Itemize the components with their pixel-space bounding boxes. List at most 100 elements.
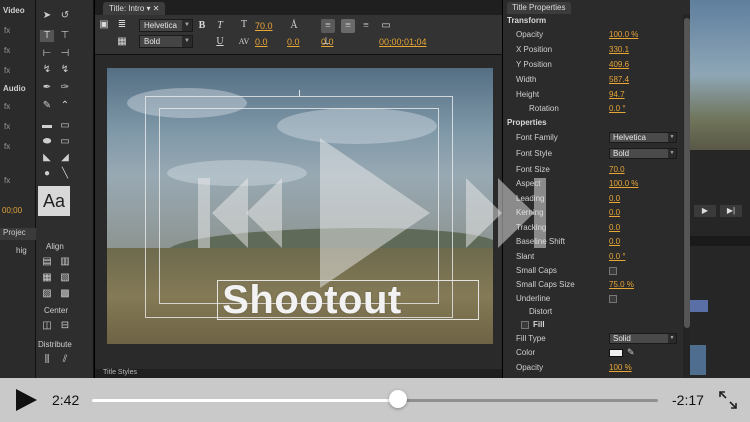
fx-label[interactable]: fx [4,122,10,131]
font-family-select[interactable]: Helvetica ▼ [139,19,193,32]
prop-rotation: Rotation 0.0 ° [529,104,626,113]
fx-label[interactable]: fx [4,46,10,55]
fx-label[interactable]: fx [4,102,10,111]
aspect-value[interactable]: 100.0 % [609,179,638,188]
align-center-icon[interactable]: ▥ [58,256,72,268]
vertical-path-type-icon[interactable]: ↯ [58,64,72,76]
rotation-tool-icon[interactable]: ↺ [58,10,72,22]
font-style-dropdown[interactable]: Bold ▼ [609,148,677,159]
align-center-text-button[interactable]: ≡ [341,19,355,33]
fx-label[interactable]: fx [4,66,10,75]
new-title-icon[interactable]: ▣ [97,18,111,32]
fullscreen-button[interactable] [718,390,738,410]
tab-title-properties[interactable]: Title Properties [507,2,571,14]
tracking-value[interactable]: 0.0 [287,37,300,47]
audio-clip[interactable] [690,345,706,375]
height-value[interactable]: 94.7 [609,90,625,99]
align-middle-icon[interactable]: ▧ [58,272,72,284]
convert-anchor-icon[interactable]: ⌃ [58,100,72,112]
distribute-center-icon[interactable]: ⫽ [58,354,72,366]
small-caps-size-value[interactable]: 75.0 % [609,280,634,289]
x-position-value[interactable]: 330.1 [609,45,629,54]
underline-button[interactable]: U [213,35,227,49]
fill-section[interactable]: Fill [503,318,691,332]
font-size-value[interactable]: 70.0 [255,21,273,31]
color-swatch[interactable] [609,349,623,357]
center-horizontal-icon[interactable]: ◫ [40,320,54,332]
fill-checkbox[interactable] [521,321,529,329]
kerning-value[interactable]: 0.0 [609,208,620,217]
sequence-timecode[interactable]: 00;00 [2,206,22,215]
tab-menu-icon[interactable]: ▾ ✕ [147,4,160,13]
kerning-value[interactable]: 0.0 [255,37,268,47]
font-family-dropdown[interactable]: Helvetica ▼ [609,132,677,143]
tab-stops-icon[interactable]: ⊥ [319,35,333,49]
line-tool-icon[interactable]: ╲ [58,168,72,180]
fx-label[interactable]: fx [4,142,10,151]
fill-type-dropdown[interactable]: Solid ▼ [609,333,677,344]
delete-anchor-icon[interactable]: ✑ [58,82,72,94]
italic-button[interactable]: T [213,19,227,33]
rotation-value[interactable]: 0.0 ° [609,104,626,113]
vertical-type-tool-icon[interactable]: ⊢ [40,48,54,60]
step-forward-icon[interactable]: ▶| [720,205,742,217]
pen-tool-icon[interactable]: ✒ [40,82,54,94]
vertical-area-type-icon[interactable]: ⊣ [58,48,72,60]
y-position-value[interactable]: 409.6 [609,60,629,69]
opacity-value[interactable]: 100.0 % [609,30,638,39]
ellipse-tool-icon[interactable]: ● [40,168,54,180]
title-styles-tab[interactable]: Title Styles [95,369,503,378]
type-tool-icon[interactable]: T [40,30,54,42]
tab-title-intro[interactable]: Title: Intro ▾ ✕ [103,2,166,15]
video-clip[interactable] [690,300,708,312]
align-right-icon[interactable]: ▨ [40,288,54,300]
prop-distort[interactable]: Distort [503,305,691,319]
width-value[interactable]: 587.4 [609,75,629,84]
area-type-tool-icon[interactable]: ⊤ [58,30,72,42]
title-canvas[interactable]: Shootout [107,68,493,344]
fx-label[interactable]: fx [4,176,10,185]
distribute-left-icon[interactable]: ⫼ [40,354,54,366]
properties-section[interactable]: Properties [503,116,691,130]
slant-value[interactable]: 0.0 ° [609,252,626,261]
rounded-corner-icon[interactable]: ▭ [58,136,72,148]
templates-icon[interactable]: ▦ [115,35,129,49]
leading-value[interactable]: 0.0 [609,194,620,203]
path-type-tool-icon[interactable]: ↯ [40,64,54,76]
background-timecode[interactable]: 00;00;01;04 [379,37,427,47]
project-tab[interactable]: Projec [0,228,36,240]
rectangle-tool-icon[interactable]: ▬ [40,120,54,132]
align-bottom-icon[interactable]: ▩ [58,288,72,300]
play-icon[interactable]: ▶ [694,205,716,217]
selection-tool-icon[interactable]: ➤ [40,10,54,22]
title-text[interactable]: Shootout [215,280,409,320]
arc-tool-icon[interactable]: ◢ [58,152,72,164]
eyedropper-icon[interactable]: ✎ [627,347,635,358]
scrubber-track[interactable] [92,399,658,402]
align-right-text-button[interactable]: ≡ [359,19,373,33]
underline-checkbox[interactable] [609,295,617,303]
show-video-icon[interactable]: ▭ [379,19,393,33]
tracking-value[interactable]: 0.0 [609,223,620,232]
clipped-rectangle-icon[interactable]: ⬬ [40,136,54,148]
fx-label[interactable]: fx [4,26,10,35]
font-size-value[interactable]: 70.0 [609,165,625,174]
add-anchor-icon[interactable]: ✎ [40,100,54,112]
align-top-icon[interactable]: ▦ [40,272,54,284]
wedge-tool-icon[interactable]: ◣ [40,152,54,164]
align-left-icon[interactable]: ▤ [40,256,54,268]
rounded-rectangle-icon[interactable]: ▭ [58,120,72,132]
roll-crawl-icon[interactable]: ≣ [115,18,129,32]
small-caps-checkbox[interactable] [609,267,617,275]
transform-section[interactable]: Transform [503,14,691,28]
baseline-shift-value[interactable]: 0.0 [609,237,620,246]
project-item[interactable]: hig [16,246,27,255]
scrubber-knob[interactable] [388,390,407,408]
timeline-ruler[interactable] [690,236,750,246]
font-style-select[interactable]: Bold ▼ [139,35,193,48]
center-vertical-icon[interactable]: ⊟ [58,320,72,332]
bold-button[interactable]: B [195,19,209,33]
fill-opacity-value[interactable]: 100 % [609,363,632,372]
play-button[interactable] [14,388,38,412]
align-left-text-button[interactable]: ≡ [321,19,335,33]
